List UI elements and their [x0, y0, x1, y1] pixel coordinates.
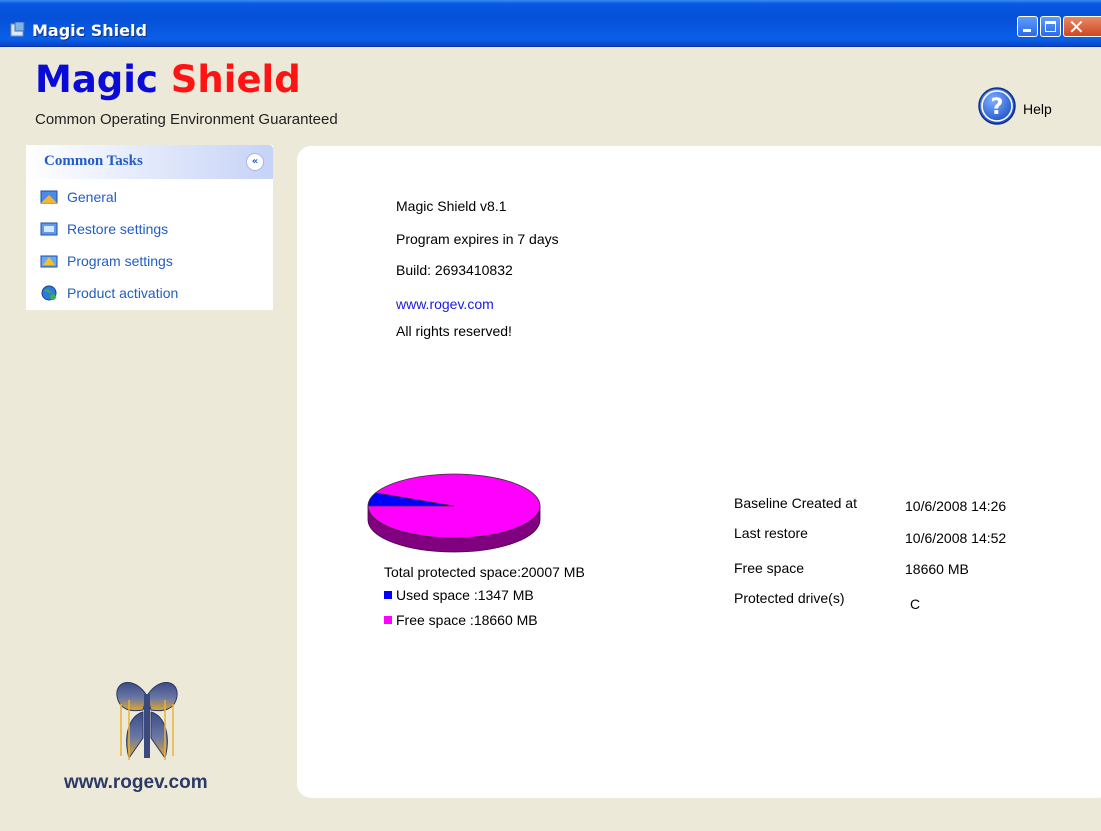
sidebar-item-product-activation[interactable]: Product activation — [40, 282, 178, 304]
title-bar[interactable]: Magic Shield ✕ — [0, 0, 1101, 47]
baseline-value: 10/6/2008 14:26 — [905, 498, 1007, 514]
minimize-button[interactable] — [1017, 16, 1038, 37]
question-mark-circle-icon[interactable]: ? — [977, 86, 1017, 126]
svg-text:?: ? — [991, 95, 1004, 120]
last-restore-value: 10/6/2008 14:52 — [905, 530, 1007, 546]
restore-icon — [40, 222, 58, 236]
build-text: Build: 2693410832 — [396, 262, 513, 278]
sidebar-item-label: Restore settings — [67, 221, 169, 237]
total-space-text: Total protected space:20007 MB — [384, 564, 585, 580]
protected-drives-value: C — [910, 596, 921, 612]
general-icon — [40, 190, 58, 204]
tagline: Common Operating Environment Guaranteed — [35, 111, 338, 128]
free-space-legend: Free space :18660 MB — [384, 612, 538, 628]
sidebar-item-restore-settings[interactable]: Restore settings — [40, 218, 168, 240]
close-button[interactable]: ✕ — [1063, 15, 1101, 39]
rogev-footer-url[interactable]: www.rogev.com — [64, 772, 208, 794]
program-settings-icon — [40, 255, 58, 268]
sidebar-item-label: General — [67, 189, 117, 205]
brand-logo-text: Magic Shield — [35, 58, 301, 101]
close-icon: ✕ — [1068, 15, 1085, 39]
sidebar-item-program-settings[interactable]: Program settings — [40, 250, 173, 272]
space-pie-chart — [367, 473, 541, 553]
brand-part2: Shield — [170, 58, 301, 101]
used-space-legend: Used space :1347 MB — [384, 587, 534, 603]
used-space-text: Used space :1347 MB — [396, 587, 534, 603]
baseline-label: Baseline Created at — [734, 495, 857, 511]
sidebar-item-label: Product activation — [67, 285, 179, 301]
common-tasks-title: Common Tasks — [44, 153, 143, 169]
window-title: Magic Shield — [32, 21, 147, 40]
common-tasks-header[interactable]: Common Tasks « — [26, 145, 273, 179]
free-space-swatch — [384, 616, 392, 624]
expiry-text: Program expires in 7 days — [396, 231, 559, 247]
help-link[interactable]: Help — [1023, 101, 1052, 117]
rogev-butterfly-logo — [116, 682, 178, 760]
brand-part1: Magic — [35, 58, 158, 101]
shield-app-icon — [10, 22, 25, 37]
pie-slice-free-space — [367, 473, 541, 539]
version-text: Magic Shield v8.1 — [396, 198, 507, 214]
sidebar-item-label: Program settings — [67, 253, 173, 269]
rights-text: All rights reserved! — [396, 323, 512, 339]
protected-drives-label: Protected drive(s) — [734, 590, 845, 606]
website-link[interactable]: www.rogev.com — [396, 296, 494, 312]
free-space-value: 18660 MB — [905, 561, 969, 577]
common-tasks-panel: Common Tasks « General Restore settings … — [26, 145, 273, 310]
globe-activation-icon — [41, 285, 57, 301]
last-restore-label: Last restore — [734, 525, 808, 541]
free-space-text: Free space :18660 MB — [396, 612, 538, 628]
collapse-chevron-icon[interactable]: « — [246, 153, 264, 171]
sidebar-item-general[interactable]: General — [40, 186, 117, 208]
used-space-swatch — [384, 591, 392, 599]
free-space-label: Free space — [734, 560, 805, 576]
maximize-button[interactable] — [1040, 16, 1061, 37]
